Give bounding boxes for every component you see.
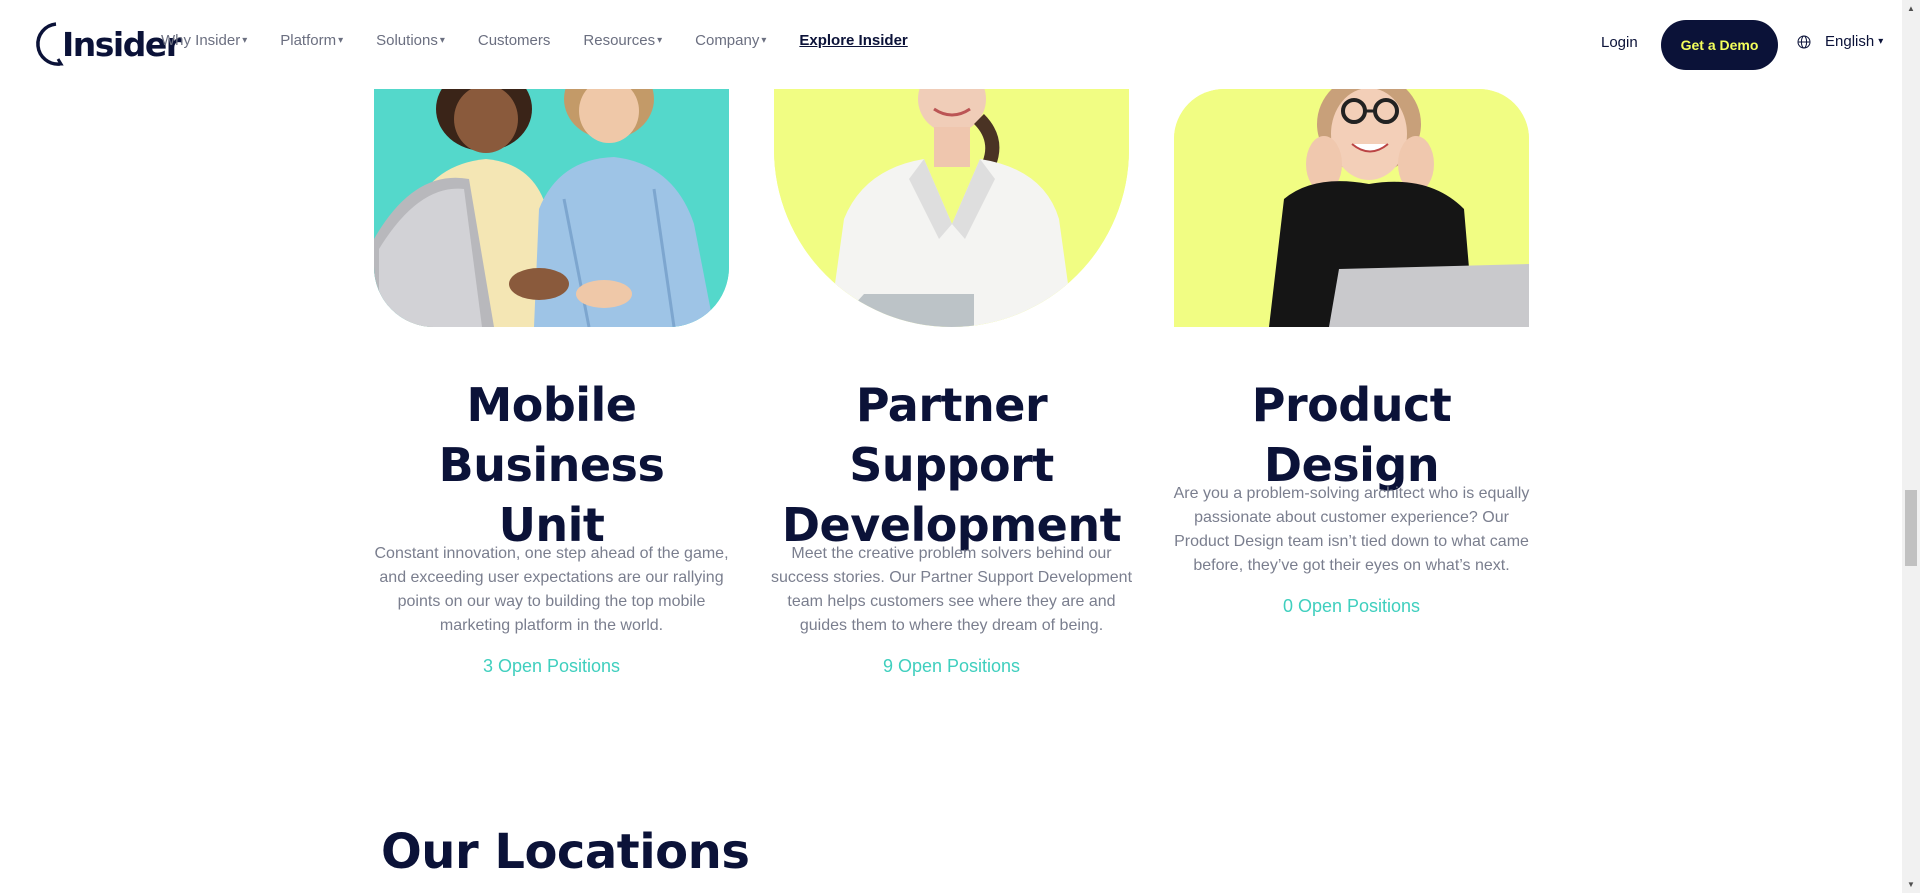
team-description: Are you a problem-solving architect who … <box>1173 485 1530 574</box>
chevron-down-icon: ▾ <box>1878 36 1884 47</box>
nav-label: Why Insider <box>161 32 241 49</box>
site-header: Insider Why Insider ▾ Platform ▾ Solutio… <box>0 0 1902 89</box>
nav-customers[interactable]: Customers <box>478 32 551 49</box>
chevron-down-icon: ▾ <box>242 35 248 46</box>
team-title-line: Mobile Business <box>438 378 665 492</box>
open-positions-link[interactable]: 3 Open Positions <box>370 656 733 677</box>
team-title: Mobile Business Unit <box>364 375 739 555</box>
nav-label: Resources <box>583 32 656 49</box>
nav-why-insider[interactable]: Why Insider ▾ <box>161 32 247 49</box>
nav-label: Platform <box>280 32 337 49</box>
team-title: Partner Support Development <box>760 375 1143 555</box>
team-title: Product Design <box>1160 375 1543 495</box>
partner-support-development-image <box>774 89 1129 327</box>
team-description: Constant innovation, one step ahead of t… <box>374 545 729 634</box>
nav-label: Customers <box>477 32 551 49</box>
get-a-demo-button[interactable]: Get a Demo <box>1661 20 1778 70</box>
product-design-image <box>1174 89 1529 327</box>
language-label: English <box>1825 33 1875 50</box>
nav-company[interactable]: Company ▾ <box>695 32 766 49</box>
nav-explore-insider[interactable]: Explore Insider <box>799 32 907 49</box>
open-positions-link[interactable]: 9 Open Positions <box>770 656 1133 677</box>
team-description: Meet the creative problem solvers behind… <box>770 545 1133 634</box>
insider-logo[interactable]: Insider <box>30 20 182 68</box>
chevron-down-icon: ▾ <box>761 35 767 46</box>
globe-icon <box>1797 35 1811 49</box>
nav-label: Company <box>695 32 760 49</box>
our-locations-heading: Our Locations <box>381 824 750 880</box>
team-title-line: Partner Support <box>849 378 1054 492</box>
language-selector[interactable]: English ▾ <box>1797 33 1883 50</box>
chevron-down-icon: ▾ <box>439 35 445 46</box>
nav-solutions[interactable]: Solutions ▾ <box>376 32 445 49</box>
chevron-down-icon: ▾ <box>338 35 344 46</box>
scroll-down-arrow-icon[interactable]: ▼ <box>1902 876 1920 893</box>
page-scrollbar[interactable]: ▲ ▼ <box>1902 0 1920 893</box>
nav-label: Solutions <box>376 32 438 49</box>
nav-platform[interactable]: Platform ▾ <box>280 32 343 49</box>
scroll-up-arrow-icon[interactable]: ▲ <box>1902 0 1920 17</box>
nav-resources[interactable]: Resources ▾ <box>583 32 662 49</box>
chevron-down-icon: ▾ <box>657 35 663 46</box>
scrollbar-thumb[interactable] <box>1905 490 1917 566</box>
login-link[interactable]: Login <box>1601 34 1638 51</box>
main-nav: Why Insider ▾ Platform ▾ Solutions ▾ Cus… <box>161 32 941 49</box>
open-positions-link[interactable]: 0 Open Positions <box>1168 596 1535 617</box>
mobile-business-unit-image <box>374 89 729 327</box>
team-title-line: Product Design <box>1251 378 1452 492</box>
